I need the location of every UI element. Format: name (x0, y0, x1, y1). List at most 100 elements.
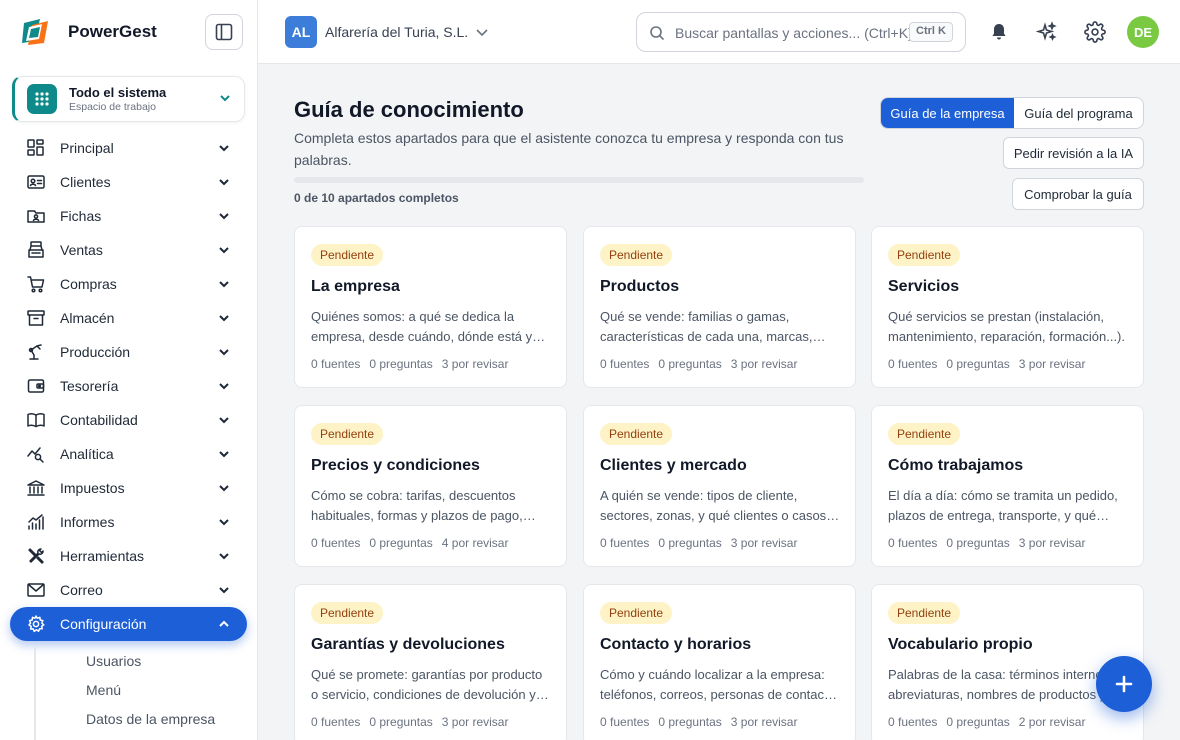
knowledge-card[interactable]: Pendiente Precios y condiciones Cómo se co… (294, 405, 567, 567)
questions-count: 0 preguntas (369, 536, 433, 550)
sidebar-item-label: Principal (60, 140, 114, 156)
sidebar-item-configuracion[interactable]: Configuración (10, 607, 247, 641)
questions-count: 0 preguntas (946, 715, 1010, 729)
bars-icon (26, 512, 46, 532)
status-badge: Pendiente (600, 244, 673, 266)
workspace-selector[interactable]: Todo el sistema Espacio de trabajo (12, 76, 245, 122)
check-guide-button[interactable]: Comprobar la guía (1012, 178, 1144, 210)
questions-count: 0 preguntas (658, 536, 722, 550)
card-description: Palabras de la casa: términos internos, … (888, 667, 1124, 702)
gear-icon (1084, 21, 1106, 43)
chevron-down-icon (219, 587, 229, 594)
knowledge-card[interactable]: Pendiente Cómo trabajamos El día a día: có… (871, 405, 1144, 567)
knowledge-card[interactable]: Pendiente Garantías y devoluciones Qué se … (294, 584, 567, 740)
subnav-item-usuarios[interactable]: Usuarios (86, 653, 141, 669)
add-button[interactable] (1096, 656, 1152, 712)
sidebar-item-fichas[interactable]: Fichas (10, 199, 247, 233)
sources-count: 0 fuentes (600, 357, 650, 371)
search-shortcut: Ctrl K (909, 22, 953, 42)
grid-icon (26, 138, 46, 158)
sidebar-item-informes[interactable]: Informes (10, 505, 247, 539)
notifications-button[interactable] (987, 20, 1011, 44)
knowledge-card[interactable]: Pendiente Contacto y horarios Cómo y cuánd… (583, 584, 856, 740)
card-meta: 0 fuentes 0 preguntas 3 por revisar (888, 357, 1094, 371)
status-badge: Pendiente (888, 602, 961, 624)
chevron-down-icon (219, 349, 229, 356)
card-meta: 0 fuentes 0 preguntas 3 por revisar (600, 357, 806, 371)
chevron-down-icon[interactable] (474, 24, 490, 40)
mail-icon (26, 580, 46, 600)
sidebar-item-clientes[interactable]: Clientes (10, 165, 247, 199)
gear-icon (26, 614, 46, 634)
user-avatar[interactable]: DE (1127, 16, 1159, 48)
chevron-down-icon (219, 417, 229, 424)
cash-register-icon (26, 240, 46, 260)
sidebar-item-analitica[interactable]: Analítica (10, 437, 247, 471)
sidebar-item-label: Compras (60, 276, 117, 292)
sidebar-toggle-button[interactable] (205, 14, 243, 50)
review-count: 3 por revisar (1018, 536, 1086, 550)
sidebar-item-contabilidad[interactable]: Contabilidad (10, 403, 247, 437)
knowledge-card[interactable]: Pendiente Productos Qué se vende: familias… (583, 226, 856, 388)
card-meta: 0 fuentes 0 preguntas 4 por revisar (311, 536, 517, 550)
status-badge: Pendiente (888, 244, 961, 266)
book-icon (26, 410, 46, 430)
ai-review-button[interactable]: Pedir revisión a la IA (1003, 137, 1144, 169)
knowledge-card[interactable]: Pendiente Servicios Qué servicios se prest… (871, 226, 1144, 388)
card-title: La empresa (311, 278, 400, 295)
tab-guia-programa[interactable]: Guía del programa (1014, 98, 1143, 128)
sources-count: 0 fuentes (311, 715, 361, 729)
sidebar-item-ventas[interactable]: Ventas (10, 233, 247, 267)
sidebar-item-correo[interactable]: Correo (10, 573, 247, 607)
knowledge-card[interactable]: Pendiente La empresa Quiénes somos: a qué … (294, 226, 567, 388)
sources-count: 0 fuentes (311, 357, 361, 371)
tab-guia-empresa[interactable]: Guía de la empresa (881, 98, 1014, 128)
plus-icon (1115, 675, 1133, 693)
card-description: Quiénes somos: a qué se dedica la empres… (311, 309, 533, 344)
sidebar-item-impuestos[interactable]: Impuestos (10, 471, 247, 505)
chevron-down-icon (220, 95, 230, 102)
knowledge-card[interactable]: Pendiente Vocabulario propio Palabras de l… (871, 584, 1144, 740)
bank-icon (26, 478, 46, 498)
sidebar-item-label: Almacén (60, 310, 115, 326)
sidebar-item-herramientas[interactable]: Herramientas (10, 539, 247, 573)
sources-count: 0 fuentes (888, 357, 938, 371)
card-meta: 0 fuentes 0 preguntas 3 por revisar (311, 357, 517, 371)
bell-icon (992, 24, 1006, 40)
sidebar-item-label: Correo (60, 582, 103, 598)
review-count: 3 por revisar (441, 715, 509, 729)
card-title: Cómo trabajamos (888, 457, 1024, 474)
chevron-down-icon (219, 213, 229, 220)
company-name[interactable]: Alfarería del Turia, S.L. (325, 24, 468, 40)
subnav-item-menu[interactable]: Menú (86, 682, 121, 698)
subnav-item-datos-empresa[interactable]: Datos de la empresa (86, 711, 215, 727)
status-badge: Pendiente (600, 423, 673, 445)
cart-icon (26, 274, 46, 294)
ai-assistant-button[interactable] (1035, 20, 1059, 44)
review-count: 4 por revisar (441, 536, 509, 550)
chevron-down-icon (219, 383, 229, 390)
sidebar: PowerGest Todo el sistema Espacio de tra… (0, 0, 258, 740)
sidebar-item-principal[interactable]: Principal (10, 131, 247, 165)
sidebar-item-compras[interactable]: Compras (10, 267, 247, 301)
card-title: Clientes y mercado (600, 457, 747, 474)
search-input[interactable]: Buscar pantallas y acciones... (Ctrl+K) … (636, 12, 966, 52)
brand[interactable]: PowerGest (18, 14, 157, 50)
sidebar-item-tesoreria[interactable]: Tesorería (10, 369, 247, 403)
search-icon (650, 26, 665, 41)
card-description: Cómo y cuándo localizar a la empresa: te… (600, 667, 835, 702)
chevron-down-icon (219, 553, 229, 560)
status-badge: Pendiente (311, 423, 384, 445)
knowledge-card[interactable]: Pendiente Clientes y mercado A quién se ve… (583, 405, 856, 567)
chevron-down-icon (219, 145, 229, 152)
card-description: El día a día: cómo se tramita un pedido,… (888, 488, 1118, 523)
settings-button[interactable] (1083, 20, 1107, 44)
status-badge: Pendiente (600, 602, 673, 624)
card-title: Garantías y devoluciones (311, 636, 505, 653)
sidebar-item-almacen[interactable]: Almacén (10, 301, 247, 335)
card-title: Precios y condiciones (311, 457, 480, 474)
sidebar-item-label: Contabilidad (60, 412, 138, 428)
sidebar-item-produccion[interactable]: Producción (10, 335, 247, 369)
robot-arm-icon (26, 342, 46, 362)
sidebar-item-label: Tesorería (60, 378, 119, 394)
